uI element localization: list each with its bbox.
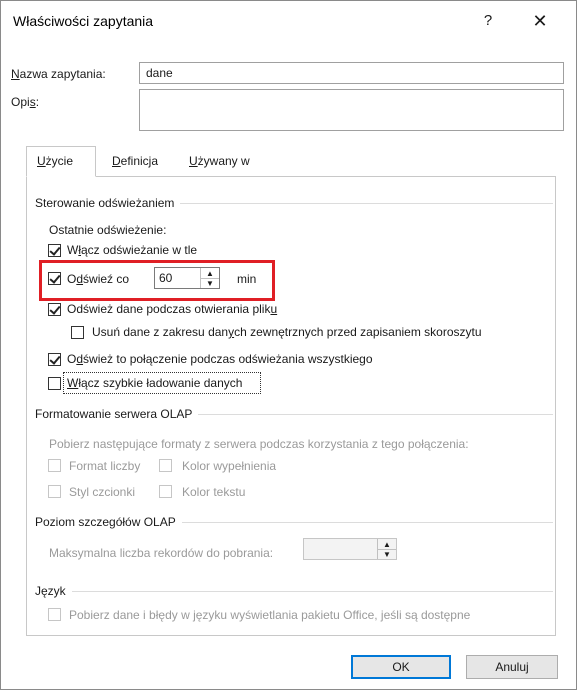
ok-button[interactable]: OK xyxy=(351,655,451,679)
fill-color-checkbox[interactable] xyxy=(159,459,172,472)
tab-used-in-label: żywany w xyxy=(197,154,250,168)
tab-used-in[interactable]: Używany w xyxy=(178,146,264,174)
fast-load-checkbox[interactable] xyxy=(48,377,61,390)
query-name-input[interactable]: dane xyxy=(139,62,564,84)
dialog-title: Właściwości zapytania xyxy=(13,13,154,29)
refresh-on-open-label: Odśwież dane podczas otwierania pliku xyxy=(67,302,277,316)
bg-a: W xyxy=(67,243,79,257)
number-format-label: Format liczby xyxy=(69,459,141,473)
text-color-checkbox[interactable] xyxy=(159,485,172,498)
bg-b: ącz odświeżanie w tle xyxy=(81,243,198,257)
fast-load-label: Włącz szybkie ładowanie danych xyxy=(67,376,242,390)
description-label-b: : xyxy=(35,95,40,109)
query-name-label-text: azwa zapytania: xyxy=(19,67,106,81)
max-records-spinner[interactable]: ▲ ▼ xyxy=(303,538,397,560)
max-records-down-icon[interactable]: ▼ xyxy=(378,549,396,559)
close-button[interactable]: ✕ xyxy=(526,9,554,33)
help-button[interactable]: ? xyxy=(476,9,500,33)
query-name-label: Nazwa zapytania: xyxy=(11,67,106,81)
highlight-annotation-box xyxy=(39,260,275,301)
tab-usage-accel: U xyxy=(37,154,46,168)
remove-external-data-checkbox[interactable] xyxy=(71,326,84,339)
office-language-checkbox[interactable] xyxy=(48,608,61,621)
tab-usage-label: życie xyxy=(45,154,74,168)
fastload-accel: W xyxy=(67,376,79,390)
language-separator xyxy=(41,591,553,592)
refresh-all-label: Odśwież to połączenie podczas odświeżani… xyxy=(67,352,373,366)
description-label-a: Opi xyxy=(11,95,30,109)
tab-usage[interactable]: Użycie xyxy=(26,146,96,177)
background-refresh-label: Włącz odświeżanie w tle xyxy=(67,243,197,257)
olap-format-description: Pobierz następujące formaty z serwera po… xyxy=(49,437,469,451)
query-properties-dialog: Właściwości zapytania ? ✕ Nazwa zapytani… xyxy=(0,0,577,690)
font-style-label: Styl czcionki xyxy=(69,485,136,499)
onopen-a: Odśwież dane podczas otwierania plik xyxy=(67,302,271,316)
tab-used-in-accel: U xyxy=(189,154,198,168)
last-refresh-label: Ostatnie odświeżenie: xyxy=(49,223,167,237)
fastload-b: łącz szybkie ładowanie danych xyxy=(78,376,243,390)
title-bar: Właściwości zapytania ? ✕ xyxy=(1,1,576,41)
office-language-label: Pobierz dane i błędy w języku wyświetlan… xyxy=(69,608,471,622)
refreshall-b: śwież to połączenie podczas odświeżania … xyxy=(83,352,373,366)
tab-definition-label: efinicja xyxy=(120,154,159,168)
query-name-label-accel: N xyxy=(11,67,20,81)
tab-definition[interactable]: Definicja xyxy=(101,146,175,174)
fill-color-label: Kolor wypełnienia xyxy=(182,459,277,473)
remove-external-data-label: Usuń dane z zakresu danych zewnętrznych … xyxy=(92,325,482,339)
olap-format-group-title: Formatowanie serwera OLAP xyxy=(35,407,199,421)
tab-definition-accel: D xyxy=(112,154,121,168)
cancel-button[interactable]: Anuluj xyxy=(466,655,558,679)
onopen-accel: u xyxy=(270,302,278,316)
language-group-title: Język xyxy=(35,584,72,598)
refresh-all-checkbox[interactable] xyxy=(48,353,61,366)
refresh-on-open-checkbox[interactable] xyxy=(48,303,61,316)
max-records-label: Maksymalna liczba rekordów do pobrania: xyxy=(49,546,274,560)
background-refresh-checkbox[interactable] xyxy=(48,244,61,257)
remove-a: Usuń dane z zakresu dan xyxy=(92,325,229,339)
font-style-checkbox[interactable] xyxy=(48,485,61,498)
olap-detail-group-title: Poziom szczegółów OLAP xyxy=(35,515,182,529)
max-records-arrows: ▲ ▼ xyxy=(377,539,396,559)
description-label: Opis: xyxy=(11,95,39,109)
text-color-label: Kolor tekstu xyxy=(182,485,246,499)
number-format-checkbox[interactable] xyxy=(48,459,61,472)
description-textarea[interactable] xyxy=(139,89,564,131)
remove-b: ch zewnętrznych przed zapisaniem skorosz… xyxy=(234,325,482,339)
refresh-group-title: Sterowanie odświeżaniem xyxy=(35,196,181,210)
query-name-value: dane xyxy=(146,66,173,80)
refreshall-a: O xyxy=(67,352,77,366)
